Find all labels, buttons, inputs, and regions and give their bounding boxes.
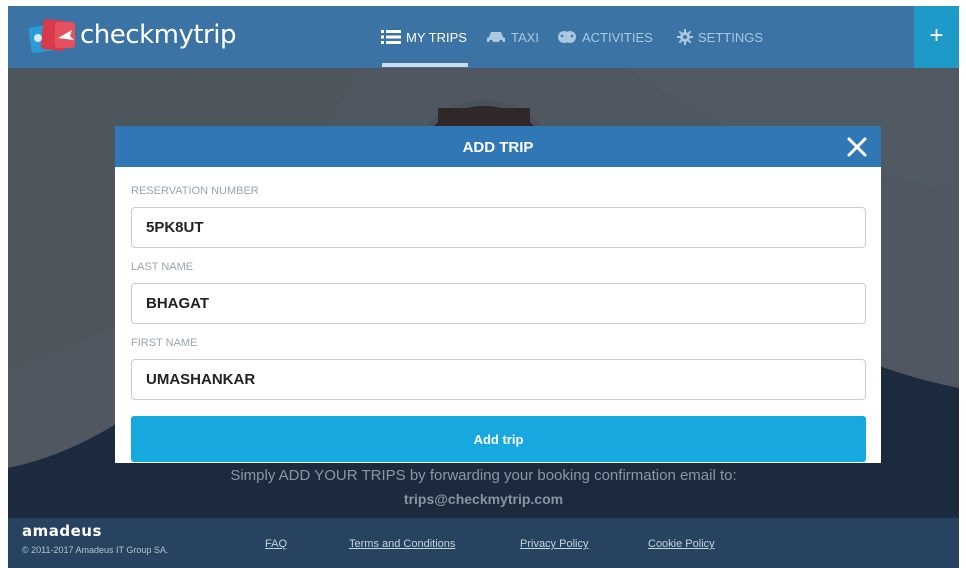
last-name-label: LAST NAME xyxy=(131,261,194,273)
footer-link-terms[interactable]: Terms and Conditions xyxy=(349,538,455,550)
nav-tab-label: SETTINGS xyxy=(698,29,764,45)
nav-tab-activities[interactable]: ACTIVITIES xyxy=(557,26,653,48)
modal-title: ADD TRIP xyxy=(462,139,534,156)
nav-tab-label: TAXI xyxy=(511,29,539,45)
forwarding-instructions: Simply ADD YOUR TRIPS by forwarding your… xyxy=(230,467,737,484)
top-navbar: checkmytrip MY TRIPS TAXI ACTIVITIES SET… xyxy=(8,6,959,68)
last-name-input[interactable] xyxy=(131,283,866,324)
footer-link-cookie[interactable]: Cookie Policy xyxy=(648,538,715,550)
car-icon xyxy=(487,32,505,44)
reservation-number-input[interactable] xyxy=(131,207,866,248)
first-name-input[interactable] xyxy=(131,359,866,400)
brand-logo[interactable]: checkmytrip xyxy=(28,14,236,58)
nav-tab-taxi[interactable]: TAXI xyxy=(486,26,539,48)
close-icon[interactable] xyxy=(845,135,869,159)
footer-link-privacy[interactable]: Privacy Policy xyxy=(520,538,588,550)
logo-icon xyxy=(28,19,75,54)
brand-name: checkmytrip xyxy=(80,20,236,50)
active-tab-indicator xyxy=(382,63,468,67)
app-window: checkmytrip MY TRIPS TAXI ACTIVITIES SET… xyxy=(8,6,959,568)
footer-link-faq[interactable]: FAQ xyxy=(265,538,287,550)
copyright: © 2011-2017 Amadeus IT Group SA. xyxy=(22,545,169,555)
reservation-number-label: RESERVATION NUMBER xyxy=(131,185,259,197)
add-trip-modal: ADD TRIP RESERVATION NUMBER LAST NAME FI… xyxy=(115,126,881,463)
amadeus-logo: amadeus xyxy=(22,522,102,540)
gear-icon xyxy=(677,29,693,45)
forwarding-email[interactable]: trips@checkmytrip.com xyxy=(8,491,959,507)
first-name-label: FIRST NAME xyxy=(131,337,198,349)
modal-header: ADD TRIP xyxy=(115,126,881,167)
nav-tab-my-trips[interactable]: MY TRIPS xyxy=(381,26,467,48)
footer: amadeus © 2011-2017 Amadeus IT Group SA.… xyxy=(8,518,959,568)
list-icon xyxy=(381,30,401,44)
add-trip-submit-button[interactable]: Add trip xyxy=(131,416,866,462)
masks-icon xyxy=(558,31,576,43)
nav-tab-label: ACTIVITIES xyxy=(582,29,653,45)
add-trip-button[interactable]: + xyxy=(914,6,959,68)
nav-tab-label: MY TRIPS xyxy=(406,29,467,45)
nav-tab-settings[interactable]: SETTINGS xyxy=(677,26,763,48)
